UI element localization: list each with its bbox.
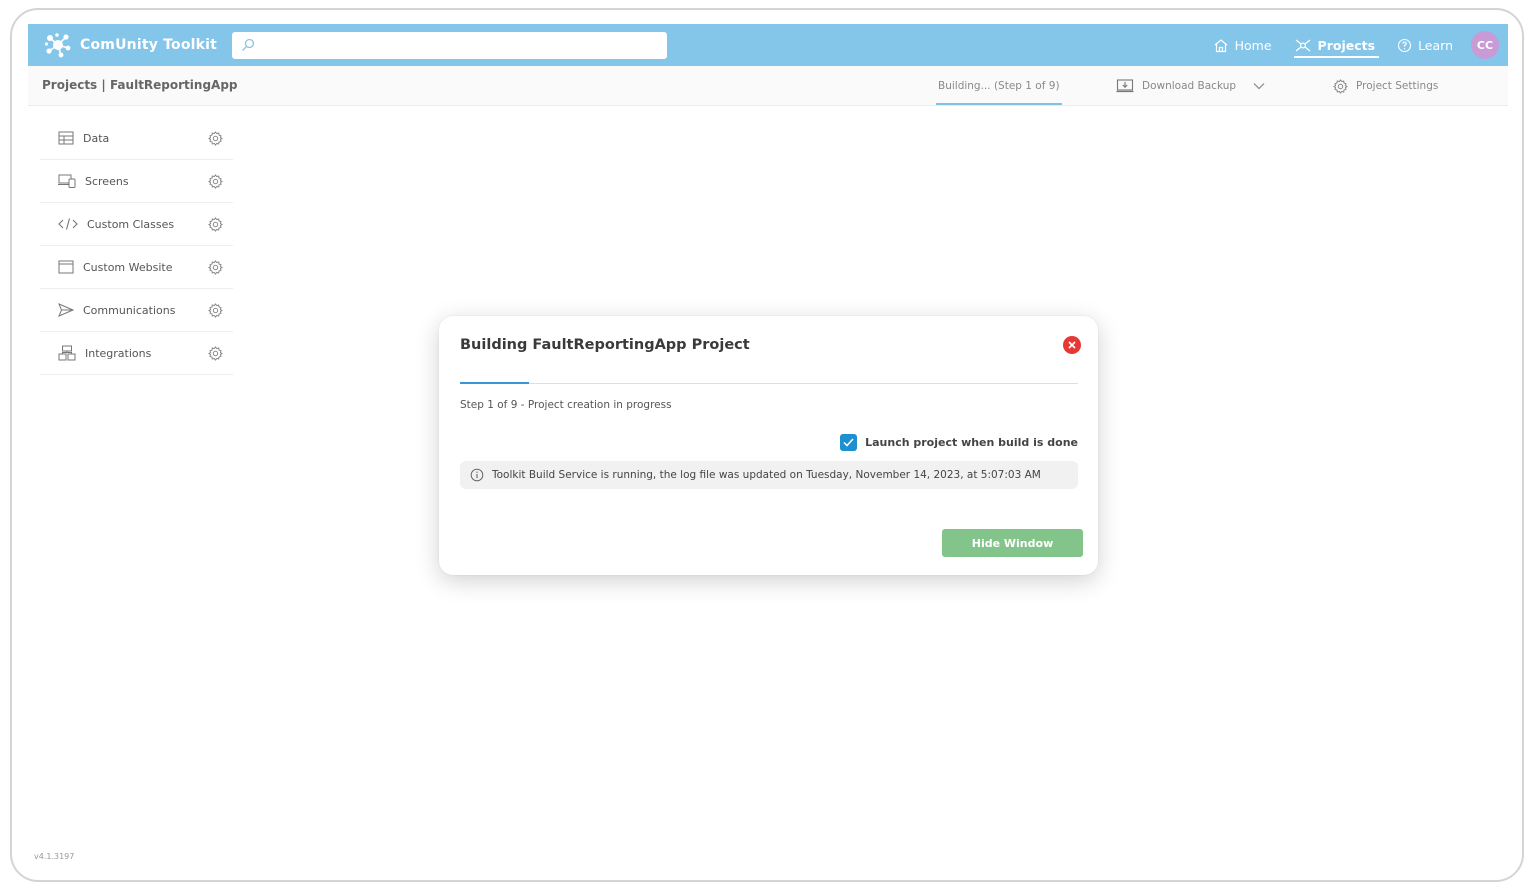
progress-track [460,383,1078,384]
sidebar-item-label: Custom Website [83,260,173,274]
home-icon [1214,38,1228,52]
gear-icon[interactable] [208,174,223,189]
gear-icon[interactable] [208,346,223,361]
project-settings-button[interactable]: Project Settings [1333,66,1438,106]
nav-projects[interactable]: Projects [1293,24,1379,66]
sidebar: Data Screens Custom Classes Custom Websi… [40,117,233,375]
browser-icon [58,260,74,274]
sidebar-item-communications[interactable]: Communications [40,289,233,332]
project-toolbar: Projects | FaultReportingApp Building...… [28,66,1508,106]
main-nav: Home Projects Learn CC [1213,24,1508,66]
project-settings-label: Project Settings [1356,80,1439,92]
tab-building[interactable]: Building... (Step 1 of 9) [936,66,1062,106]
sidebar-item-custom-website[interactable]: Custom Website [40,246,233,289]
app-title: ComUnity Toolkit [80,37,218,53]
code-icon [58,218,78,230]
download-backup-button[interactable]: Download Backup [1116,66,1266,106]
breadcrumb: Projects | FaultReportingApp [42,78,238,92]
progress-fill [460,382,529,384]
sidebar-item-label: Communications [83,303,176,317]
gear-icon[interactable] [208,131,223,146]
info-message: Toolkit Build Service is running, the lo… [460,461,1078,489]
launch-checkbox-row[interactable]: Launch project when build is done [840,434,1078,451]
close-icon [1068,341,1076,349]
gear-icon[interactable] [208,217,223,232]
top-bar: ComUnity Toolkit Home Projects Learn CC [28,24,1508,66]
send-icon [58,303,74,317]
step-status-text: Step 1 of 9 - Project creation in progre… [460,399,672,411]
sidebar-item-custom-classes[interactable]: Custom Classes [40,203,233,246]
search-input[interactable] [261,38,667,52]
launch-checkbox-label: Launch project when build is done [865,436,1078,449]
sidebar-item-label: Integrations [85,346,152,360]
integrations-icon [58,345,76,361]
search-icon [242,38,255,51]
chevron-down-icon[interactable] [1252,81,1266,91]
gear-icon [1333,78,1348,94]
dialog-title: Building FaultReportingApp Project [460,337,750,353]
app-window: ComUnity Toolkit Home Projects Learn CC … [10,8,1524,882]
nav-home-label: Home [1234,37,1272,53]
nav-projects-label: Projects [1317,37,1376,53]
hide-window-button[interactable]: Hide Window [942,529,1083,557]
logo-icon [44,33,71,58]
search-bar[interactable] [232,31,667,59]
sidebar-item-label: Data [83,131,110,145]
sidebar-item-data[interactable]: Data [40,117,233,160]
build-dialog: Building FaultReportingApp Project Step … [439,316,1098,575]
gear-icon[interactable] [208,260,223,275]
info-icon [470,468,484,482]
table-icon [58,131,74,145]
gear-icon[interactable] [208,303,223,318]
building-status-label: Building... (Step 1 of 9) [938,80,1060,92]
nav-learn[interactable]: Learn [1397,24,1453,66]
checkmark-icon [843,438,854,447]
sidebar-item-label: Custom Classes [87,217,175,231]
help-icon [1398,38,1412,52]
nav-learn-label: Learn [1418,37,1453,53]
launch-checkbox[interactable] [840,434,858,451]
download-backup-label: Download Backup [1142,80,1237,92]
info-message-text: Toolkit Build Service is running, the lo… [492,469,1041,481]
close-button[interactable] [1063,336,1081,354]
download-icon [1116,79,1134,93]
version-label: v4.1.3197 [34,852,75,861]
sidebar-item-integrations[interactable]: Integrations [40,332,233,375]
nav-home[interactable]: Home [1213,24,1272,66]
sidebar-item-label: Screens [85,174,129,188]
projects-icon [1295,38,1310,52]
logo[interactable]: ComUnity Toolkit [44,32,232,58]
devices-icon [58,174,76,188]
avatar[interactable]: CC [1471,31,1499,59]
sidebar-item-screens[interactable]: Screens [40,160,233,203]
